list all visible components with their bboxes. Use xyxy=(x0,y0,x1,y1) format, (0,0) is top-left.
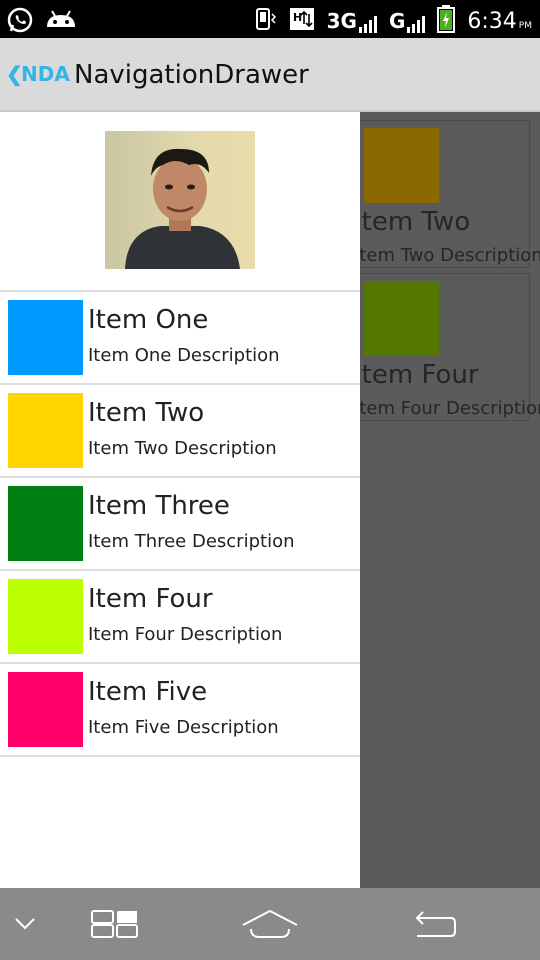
drawer-item-swatch xyxy=(8,300,83,375)
drawer-item-title: Item Two xyxy=(88,398,205,428)
clock-time: 6:34 xyxy=(467,8,517,34)
clock: 6:34 PM xyxy=(467,9,532,34)
drawer-item-one[interactable]: Item One Item One Description xyxy=(0,292,360,385)
network-type-label: 3G xyxy=(326,9,357,33)
whatsapp-icon xyxy=(6,6,34,39)
app-logo[interactable]: NDA xyxy=(21,62,70,86)
chevron-down-icon[interactable] xyxy=(0,888,50,960)
drawer-item-four[interactable]: Item Four Item Four Description xyxy=(0,571,360,664)
drawer-item-title: Item One xyxy=(88,305,209,335)
page-title: NavigationDrawer xyxy=(74,60,309,90)
home-icon[interactable] xyxy=(230,888,310,960)
android-icon xyxy=(44,9,78,36)
profile-avatar[interactable] xyxy=(105,131,255,269)
status-bar: H 3G G 6:34 PM xyxy=(0,0,540,38)
clock-ampm: PM xyxy=(518,20,532,31)
content-card-description: Item Four Description xyxy=(354,398,540,419)
content-card-swatch xyxy=(364,128,439,203)
battery-charging-icon xyxy=(437,5,456,37)
network-indicator-2: G xyxy=(388,9,426,33)
signal-icon xyxy=(358,16,377,33)
signal-icon xyxy=(407,16,426,33)
drawer-header xyxy=(0,112,360,292)
status-right: H 3G G 6:34 PM xyxy=(251,5,532,37)
navigation-drawer: Item One Item One Description Item Two I… xyxy=(0,112,360,888)
drawer-item-title: Item Five xyxy=(88,677,208,707)
status-left xyxy=(6,6,78,39)
drawer-item-five[interactable]: Item Five Item Five Description xyxy=(0,664,360,757)
drawer-item-title: Item Four xyxy=(88,584,213,614)
drawer-item-two[interactable]: Item Two Item Two Description xyxy=(0,385,360,478)
vibrate-icon xyxy=(251,6,277,36)
drawer-item-description: Item Three Description xyxy=(88,531,295,552)
drawer-item-three[interactable]: Item Three Item Three Description xyxy=(0,478,360,571)
network-indicator-1: 3G xyxy=(327,9,377,33)
drawer-item-swatch xyxy=(8,672,83,747)
recent-apps-icon[interactable] xyxy=(80,888,150,960)
svg-text:H: H xyxy=(293,11,302,24)
content-card-swatch xyxy=(364,281,439,356)
drawer-item-title: Item Three xyxy=(88,491,230,521)
drawer-item-swatch xyxy=(8,486,83,561)
network-type-label: G xyxy=(388,9,406,33)
drawer-item-description: Item Two Description xyxy=(88,438,277,459)
drawer-item-description: Item One Description xyxy=(88,345,280,366)
back-icon[interactable] xyxy=(400,888,470,960)
system-nav-bar xyxy=(0,888,540,960)
content-card-description: Item Two Description xyxy=(354,245,540,266)
content-card-title: Item Four xyxy=(354,360,479,390)
action-bar: ❮ NDA NavigationDrawer xyxy=(0,38,540,112)
drawer-item-swatch xyxy=(8,393,83,468)
drawer-item-swatch xyxy=(8,579,83,654)
drawer-item-description: Item Five Description xyxy=(88,717,279,738)
content-card[interactable]: Item Four Item Four Description xyxy=(340,273,540,421)
drawer-list: Item One Item One Description Item Two I… xyxy=(0,292,360,757)
content-card-title: Item Two xyxy=(354,207,471,237)
data-transfer-icon: H xyxy=(289,6,315,36)
content-card[interactable]: Item Two Item Two Description xyxy=(340,120,540,268)
drawer-item-description: Item Four Description xyxy=(88,624,283,645)
